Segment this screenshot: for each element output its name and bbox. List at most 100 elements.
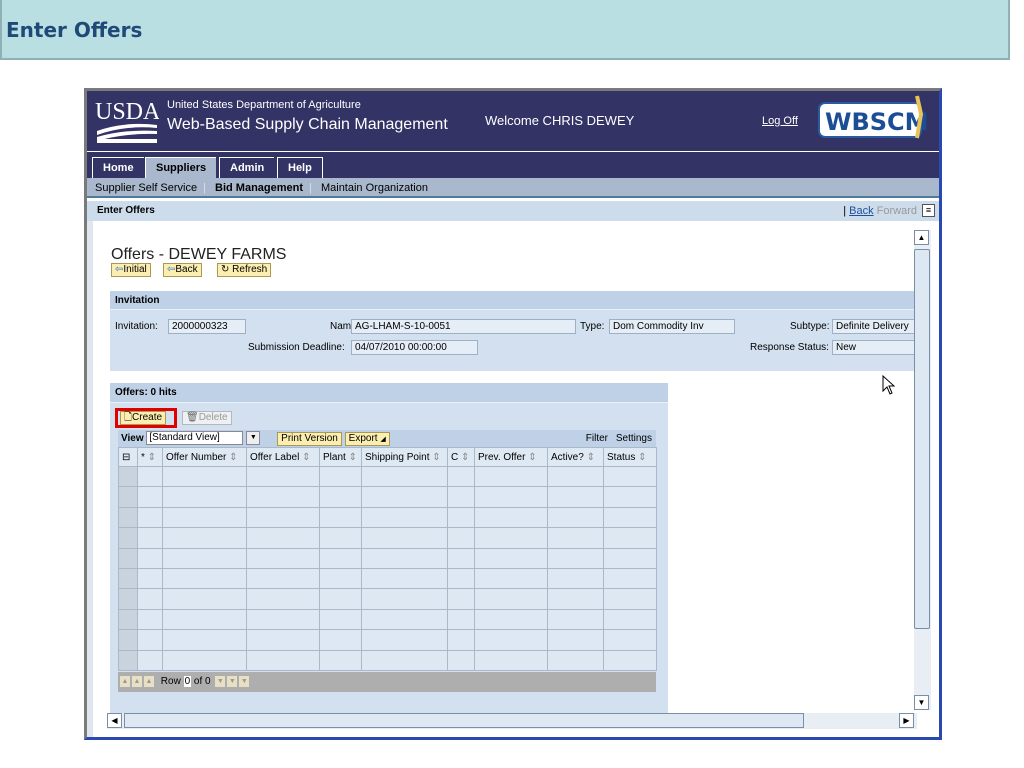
table-cell[interactable]	[547, 649, 604, 671]
table-cell[interactable]	[547, 506, 604, 529]
initial-button[interactable]: ⇦Initial	[111, 263, 151, 277]
filter-link[interactable]: Filter	[586, 430, 608, 447]
sort-icon[interactable]: ⇕	[525, 452, 536, 463]
table-cell[interactable]	[603, 608, 657, 631]
table-cell[interactable]	[603, 547, 657, 569]
tab-suppliers[interactable]: Suppliers	[145, 157, 217, 179]
table-cell[interactable]	[137, 465, 163, 488]
collapse-strip[interactable]	[87, 221, 93, 737]
table-cell[interactable]	[474, 567, 548, 590]
table-cell[interactable]	[447, 567, 475, 590]
table-cell[interactable]	[361, 465, 448, 488]
table-cell[interactable]	[137, 629, 163, 651]
table-cell[interactable]	[361, 649, 448, 671]
scroll-left-icon[interactable]: ◀	[107, 713, 122, 728]
table-cell[interactable]	[246, 588, 320, 610]
row-selector[interactable]	[118, 649, 138, 671]
next-page-icon[interactable]: ▼	[227, 675, 238, 687]
table-cell[interactable]	[361, 506, 448, 529]
table-cell[interactable]	[137, 527, 163, 549]
table-cell[interactable]	[361, 547, 448, 569]
row-input[interactable]: 0	[183, 676, 192, 687]
table-cell[interactable]	[603, 588, 657, 610]
tab-admin[interactable]: Admin	[219, 157, 275, 179]
sort-icon[interactable]: ⇕	[458, 452, 469, 463]
next-row-icon[interactable]: ▼	[215, 675, 226, 687]
horizontal-scrollbar[interactable]: ◀ ▶	[107, 713, 917, 729]
table-cell[interactable]	[447, 506, 475, 529]
table-cell[interactable]	[603, 567, 657, 590]
table-cell[interactable]	[246, 608, 320, 631]
scroll-thumb[interactable]	[914, 249, 930, 629]
prev-row-icon[interactable]: ▲	[144, 675, 154, 687]
first-page-icon[interactable]: ▲	[120, 675, 130, 687]
table-cell[interactable]	[246, 506, 320, 529]
table-cell[interactable]	[137, 649, 163, 671]
column-header[interactable]: Offer Number ⇕	[162, 447, 247, 467]
table-cell[interactable]	[319, 486, 362, 508]
table-cell[interactable]	[319, 649, 362, 671]
table-cell[interactable]	[162, 588, 247, 610]
dropdown-arrow-icon[interactable]: ▼	[246, 431, 261, 446]
table-cell[interactable]	[361, 486, 448, 508]
table-cell[interactable]	[547, 486, 604, 508]
back-link[interactable]: Back	[849, 205, 873, 217]
table-cell[interactable]	[474, 465, 548, 488]
table-cell[interactable]	[603, 649, 657, 671]
scroll-right-icon[interactable]: ▶	[899, 713, 914, 728]
table-cell[interactable]	[246, 649, 320, 671]
table-cell[interactable]	[162, 465, 247, 488]
select-all-icon[interactable]: ⊟	[118, 447, 138, 467]
table-cell[interactable]	[547, 629, 604, 651]
forward-link[interactable]: Forward	[877, 205, 917, 217]
table-cell[interactable]	[474, 649, 548, 671]
scroll-down-icon[interactable]: ▼	[914, 695, 929, 710]
table-cell[interactable]	[474, 608, 548, 631]
row-selector[interactable]	[118, 588, 138, 610]
table-cell[interactable]	[547, 567, 604, 590]
view-select[interactable]: [Standard View]	[146, 431, 244, 446]
table-cell[interactable]	[319, 567, 362, 590]
table-cell[interactable]	[162, 547, 247, 569]
table-cell[interactable]	[319, 608, 362, 631]
table-cell[interactable]	[361, 608, 448, 631]
table-cell[interactable]	[246, 527, 320, 549]
table-cell[interactable]	[162, 527, 247, 549]
vertical-scrollbar[interactable]: ▲ ▼	[914, 230, 931, 710]
table-cell[interactable]	[162, 649, 247, 671]
scroll-up-icon[interactable]: ▲	[914, 230, 929, 245]
type-field[interactable]: Dom Commodity Inv	[609, 319, 735, 334]
sort-icon[interactable]: ⇕	[145, 452, 156, 463]
table-cell[interactable]	[361, 567, 448, 590]
table-cell[interactable]	[361, 588, 448, 610]
table-cell[interactable]	[137, 567, 163, 590]
table-cell[interactable]	[361, 527, 448, 549]
table-cell[interactable]	[361, 629, 448, 651]
table-cell[interactable]	[474, 527, 548, 549]
table-cell[interactable]	[547, 588, 604, 610]
column-header[interactable]: * ⇕	[137, 447, 163, 467]
table-cell[interactable]	[603, 506, 657, 529]
table-cell[interactable]	[447, 629, 475, 651]
row-selector[interactable]	[118, 506, 138, 529]
row-selector[interactable]	[118, 547, 138, 569]
sort-icon[interactable]: ⇕	[299, 452, 310, 463]
sort-icon[interactable]: ⇕	[584, 452, 595, 463]
column-header[interactable]: C ⇕	[447, 447, 475, 467]
subnav-maintain-organization[interactable]: Maintain Organization	[321, 182, 428, 194]
table-cell[interactable]	[447, 486, 475, 508]
tab-home[interactable]: Home	[92, 157, 144, 179]
print-version-button[interactable]: Print Version	[277, 432, 342, 446]
column-header[interactable]: Offer Label ⇕	[246, 447, 320, 467]
last-page-icon[interactable]: ▼	[239, 675, 250, 687]
tab-help[interactable]: Help	[277, 157, 323, 179]
table-cell[interactable]	[547, 547, 604, 569]
table-cell[interactable]	[603, 629, 657, 651]
table-cell[interactable]	[547, 527, 604, 549]
table-cell[interactable]	[246, 629, 320, 651]
table-cell[interactable]	[319, 506, 362, 529]
table-cell[interactable]	[246, 486, 320, 508]
name-field[interactable]: AG-LHAM-S-10-0051	[351, 319, 576, 334]
table-cell[interactable]	[603, 465, 657, 488]
column-header[interactable]: Prev. Offer ⇕	[474, 447, 548, 467]
